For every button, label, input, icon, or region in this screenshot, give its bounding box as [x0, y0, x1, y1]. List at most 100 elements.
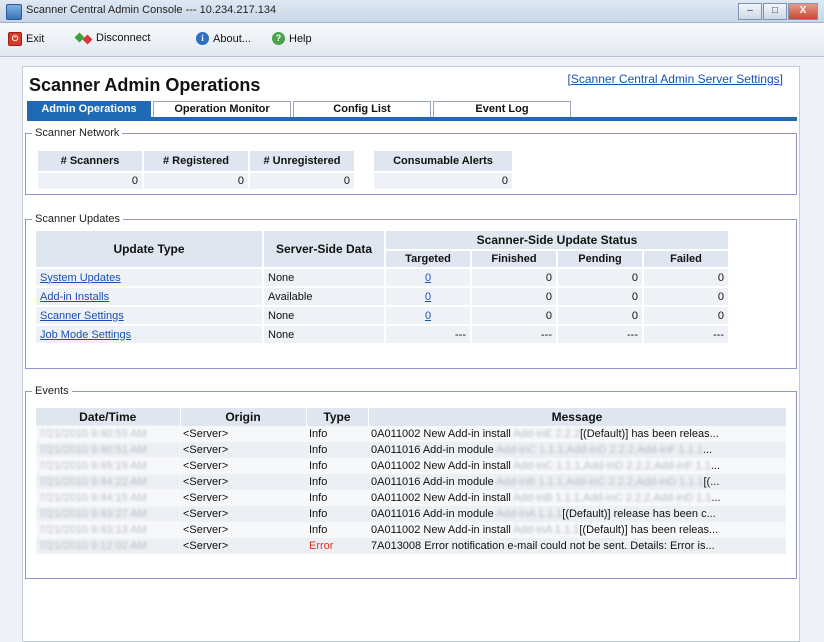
- table-row[interactable]: 7/21/2010 9:43:13 AM <Server> Info 0A011…: [36, 522, 786, 538]
- help-label: Help: [289, 32, 312, 45]
- event-message-tail: [(Default)] has been releas...: [579, 524, 719, 536]
- events-table-wrap: Date/Time Origin Type Message 7/21/2010 …: [36, 408, 786, 554]
- col-failed: Failed: [644, 251, 728, 267]
- col-pending: Pending: [558, 251, 642, 267]
- events-group: Events Date/Time Origin Type Message 7/2…: [25, 385, 797, 579]
- event-type: Error: [306, 538, 368, 554]
- update-type-link-scanner-settings[interactable]: Scanner Settings: [40, 310, 124, 322]
- table-row[interactable]: 7/21/2010 9:44:15 AM <Server> Info 0A011…: [36, 490, 786, 506]
- scanners-count: 0: [38, 173, 142, 189]
- table-row[interactable]: 7/21/2010 9:44:22 AM <Server> Info 0A011…: [36, 474, 786, 490]
- close-button[interactable]: X: [788, 3, 818, 20]
- col-scanners: # Scanners: [38, 151, 142, 171]
- event-message: 7A013008 Error notification e-mail could…: [368, 538, 786, 554]
- failed-value: 0: [644, 269, 728, 286]
- event-type: Info: [306, 442, 368, 458]
- consumable-alerts-count: 0: [374, 173, 512, 189]
- event-message: 0A011016 Add-in module Add-inA 1.1.1[(De…: [368, 506, 786, 522]
- finished-value: ---: [472, 326, 556, 343]
- event-origin: <Server>: [180, 522, 306, 538]
- failed-value: ---: [644, 326, 728, 343]
- event-origin: <Server>: [180, 474, 306, 490]
- table-row[interactable]: 7/21/2010 9:43:27 AM <Server> Info 0A011…: [36, 506, 786, 522]
- event-type: Info: [306, 506, 368, 522]
- help-icon: ?: [272, 32, 285, 45]
- event-type: Info: [306, 474, 368, 490]
- event-message-tail: ...: [702, 444, 713, 456]
- tab-event-log[interactable]: Event Log: [433, 101, 571, 117]
- tab-config-list[interactable]: Config List: [293, 101, 431, 117]
- event-datetime: 7/21/2010 9:44:22 AM: [36, 474, 180, 490]
- finished-value: 0: [472, 269, 556, 286]
- event-message-text: New Add-in install: [423, 524, 511, 536]
- targeted-link[interactable]: 0: [425, 291, 431, 303]
- event-message-text: New Add-in install: [423, 492, 511, 504]
- event-message-tail: ...: [711, 492, 721, 504]
- server-settings-link-text[interactable]: Scanner Central Admin Server Settings: [571, 72, 780, 86]
- app-icon: [6, 4, 22, 20]
- col-datetime[interactable]: Date/Time: [36, 408, 181, 426]
- events-table: Date/Time Origin Type Message 7/21/2010 …: [36, 408, 786, 554]
- pending-value: ---: [558, 326, 642, 343]
- event-type: Info: [306, 458, 368, 474]
- network-table: # Scanners # Registered # Unregistered 0…: [36, 149, 356, 191]
- col-origin[interactable]: Origin: [180, 408, 307, 426]
- targeted-link[interactable]: 0: [425, 272, 431, 284]
- col-finished: Finished: [472, 251, 556, 267]
- col-type[interactable]: Type: [306, 408, 369, 426]
- event-origin: <Server>: [180, 506, 306, 522]
- tab-underline: [27, 117, 797, 121]
- event-message-tail: [(Default)] has been releas...: [579, 428, 719, 440]
- update-type-link-system[interactable]: System Updates: [40, 272, 121, 284]
- event-code: 0A011002: [371, 524, 421, 536]
- event-datetime: 7/21/2010 9:45:19 AM: [36, 458, 180, 474]
- disconnect-label: Disconnect: [96, 32, 151, 44]
- targeted-link[interactable]: 0: [425, 310, 431, 322]
- help-button[interactable]: ? Help: [272, 32, 312, 45]
- finished-value: 0: [472, 288, 556, 305]
- event-message-text: Error notification e-mail could not be s…: [424, 540, 715, 552]
- server-settings-link[interactable]: [Scanner Central Admin Server Settings]: [568, 72, 783, 86]
- event-redacted: Add-inB 1.1.1,Add-inC 2.2.2,Add-inD 1.1.…: [496, 476, 704, 488]
- event-datetime: 7/21/2010 9:44:15 AM: [36, 490, 180, 506]
- window-controls: – □ X: [737, 3, 818, 20]
- event-redacted: Add-inB 1.1.1,Add-inC 2.2.2,Add-inD 1.1: [513, 492, 712, 504]
- event-code: 0A011016: [371, 508, 421, 520]
- table-row[interactable]: 7/21/2010 9:45:19 AM <Server> Info 0A011…: [36, 458, 786, 474]
- event-origin: <Server>: [180, 538, 306, 554]
- server-side-value: None: [264, 269, 384, 286]
- failed-value: 0: [644, 288, 728, 305]
- maximize-button[interactable]: □: [763, 3, 787, 20]
- event-message: 0A011002 New Add-in install Add-inA 1.1.…: [368, 522, 786, 538]
- tab-admin-operations[interactable]: Admin Operations: [27, 101, 151, 117]
- page-title: Scanner Admin Operations: [29, 75, 261, 95]
- scanner-updates-legend: Scanner Updates: [35, 213, 120, 225]
- about-button[interactable]: i About...: [196, 32, 251, 45]
- event-message-tail: [(Default)] release has been c...: [562, 508, 716, 520]
- table-row[interactable]: 7/21/2010 9:40:51 AM <Server> Info 0A011…: [36, 442, 786, 458]
- table-row[interactable]: 7/21/2010 9:12:02 AM <Server> Error 7A01…: [36, 538, 786, 554]
- table-row: Add-in Installs Available 0 0 0 0: [36, 288, 728, 305]
- col-message[interactable]: Message: [368, 408, 786, 426]
- exit-icon: ⏻: [8, 32, 22, 46]
- event-datetime: 7/21/2010 9:40:55 AM: [36, 426, 180, 442]
- table-row[interactable]: 7/21/2010 9:40:55 AM <Server> Info 0A011…: [36, 426, 786, 442]
- minimize-button[interactable]: –: [738, 3, 762, 20]
- event-message-text: Add-in module: [422, 444, 494, 456]
- update-type-link-job-mode[interactable]: Job Mode Settings: [40, 329, 131, 341]
- event-code: 0A011002: [371, 428, 421, 440]
- exit-button[interactable]: ⏻ Exit: [8, 32, 44, 46]
- scanner-updates-group: Scanner Updates Update Type Server-Side …: [25, 213, 797, 369]
- info-icon: i: [196, 32, 209, 45]
- disconnect-button[interactable]: Disconnect: [76, 32, 150, 44]
- event-message: 0A011002 New Add-in install Add-inC 1.1.…: [368, 458, 786, 474]
- event-redacted: Add-inC 1.1.1,Add-inD 2.2.2,Add-inF 1.1: [513, 460, 711, 472]
- update-type-link-addin[interactable]: Add-in Installs: [40, 291, 109, 303]
- finished-value: 0: [472, 307, 556, 324]
- unregistered-count: 0: [250, 173, 354, 189]
- event-code: 0A011016: [371, 476, 421, 488]
- updates-table: Update Type Server-Side Data Scanner-Sid…: [34, 229, 730, 345]
- event-message: 0A011016 Add-in module Add-inB 1.1.1,Add…: [368, 474, 786, 490]
- tab-operation-monitor[interactable]: Operation Monitor: [153, 101, 291, 117]
- server-side-value: None: [264, 307, 384, 324]
